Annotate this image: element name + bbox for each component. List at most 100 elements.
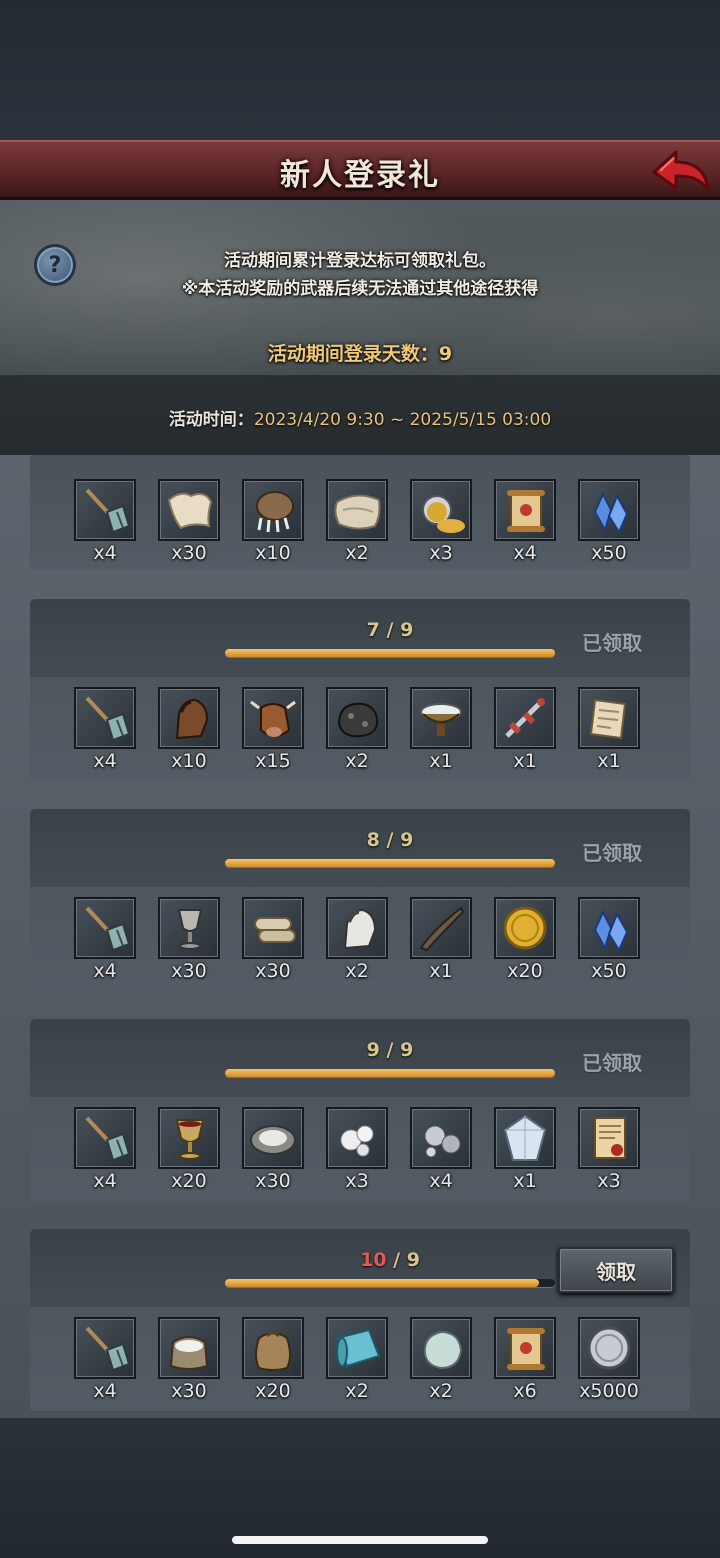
oyster-icon	[250, 1125, 296, 1155]
fur-pelt-icon	[167, 492, 213, 530]
reward-item[interactable]: x3	[578, 1107, 640, 1192]
title-bar: 新人登录礼	[0, 140, 720, 200]
item-quantity: x30	[171, 1380, 207, 1402]
item-quantity: x2	[429, 1380, 453, 1402]
ornate-sword-icon	[505, 698, 545, 738]
reward-item[interactable]: x1	[410, 687, 472, 772]
reward-item[interactable]: x4	[74, 897, 136, 982]
scroll-icon	[507, 1328, 545, 1370]
item-slot	[410, 687, 472, 749]
reward-item[interactable]: x4	[74, 1107, 136, 1192]
reward-item[interactable]: x30	[158, 897, 220, 982]
reward-item[interactable]: x10	[242, 479, 304, 564]
blue-crystal-icon	[593, 909, 629, 953]
item-quantity: x20	[255, 1380, 291, 1402]
progress-text: 7 / 9	[366, 619, 414, 641]
reward-tier-9: 9 / 9 已领取 x4 x20 x30 x3 x4 x1 x3	[30, 1019, 690, 1201]
bone-pelt-icon	[334, 494, 381, 530]
reward-item[interactable]: x4	[74, 687, 136, 772]
reward-item[interactable]: x20	[494, 897, 556, 982]
progress-text: 10 / 9	[360, 1249, 420, 1271]
reward-item[interactable]: x50	[578, 897, 640, 982]
coal-ore-icon	[337, 702, 379, 738]
reward-item[interactable]: x5000	[578, 1317, 640, 1402]
reward-item[interactable]: x2	[326, 1317, 388, 1402]
reward-item[interactable]: x1	[578, 687, 640, 772]
reward-item[interactable]: x30	[242, 897, 304, 982]
item-slot	[494, 479, 556, 541]
progress-text: 8 / 9	[366, 829, 414, 851]
reward-item[interactable]: x50	[578, 479, 640, 564]
item-quantity: x20	[171, 1170, 207, 1192]
item-slot	[578, 1107, 640, 1169]
reward-item[interactable]: x20	[158, 1107, 220, 1192]
claimed-status: 已领取	[582, 631, 642, 655]
reward-item[interactable]: x10	[158, 687, 220, 772]
item-slot	[74, 1317, 136, 1379]
progress-bar	[225, 1069, 555, 1077]
back-button[interactable]	[650, 146, 712, 198]
reward-item[interactable]: x6	[494, 1317, 556, 1402]
event-description-line1: 活动期间累计登录达标可领取礼包。	[224, 251, 496, 271]
reward-item[interactable]: x20	[242, 1317, 304, 1402]
reward-list[interactable]: x4 x30 x10 x2 x3 x4 x50 7 / 9 已领取 x4 x10 x15 x2 x1…	[0, 455, 720, 1418]
shovel-icon	[85, 1116, 131, 1162]
reward-item[interactable]: x2	[326, 479, 388, 564]
reward-item[interactable]: x2	[326, 687, 388, 772]
reward-item[interactable]: x1	[410, 897, 472, 982]
event-description-line2: ※本活动奖励的武器后续无法通过其他途径获得	[181, 279, 539, 299]
item-slot	[158, 897, 220, 959]
gold-potion-icon	[422, 495, 465, 533]
claw-paw-icon	[256, 491, 294, 533]
item-slot	[578, 1317, 640, 1379]
gold-coin-icon	[503, 906, 547, 950]
silver-coin-icon	[587, 1326, 631, 1370]
reward-item[interactable]: x3	[410, 479, 472, 564]
item-quantity: x1	[429, 750, 453, 772]
horse-head-icon	[175, 698, 209, 740]
reward-item[interactable]: x3	[326, 1107, 388, 1192]
reward-item[interactable]: x30	[158, 1317, 220, 1402]
reward-item[interactable]: x4	[74, 1317, 136, 1402]
progress-bar	[225, 859, 555, 867]
reward-item[interactable]: x2	[326, 897, 388, 982]
item-quantity: x30	[171, 960, 207, 982]
item-slot	[242, 479, 304, 541]
item-slot	[242, 687, 304, 749]
reward-tier-8: 8 / 9 已领取 x4 x30 x30 x2 x1 x20 x50	[30, 809, 690, 991]
item-slot	[494, 897, 556, 959]
item-quantity: x3	[345, 1170, 369, 1192]
item-quantity: x4	[93, 1170, 117, 1192]
item-slot	[410, 479, 472, 541]
reward-tier-first: x4 x30 x10 x2 x3 x4 x50	[30, 455, 690, 570]
item-slot	[326, 687, 388, 749]
reward-item[interactable]: x30	[242, 1107, 304, 1192]
item-slot	[74, 897, 136, 959]
reward-item[interactable]: x4	[410, 1107, 472, 1192]
reward-item[interactable]: x1	[494, 687, 556, 772]
claim-button[interactable]: 领取	[558, 1247, 674, 1293]
reward-item[interactable]: x2	[410, 1317, 472, 1402]
reward-items: x4 x20 x30 x3 x4 x1 x3	[74, 1107, 640, 1192]
item-slot	[578, 897, 640, 959]
item-quantity: x1	[513, 1170, 537, 1192]
item-quantity: x10	[171, 750, 207, 772]
item-slot	[494, 687, 556, 749]
item-slot	[326, 1107, 388, 1169]
item-quantity: x10	[255, 542, 291, 564]
reward-item[interactable]: x15	[242, 687, 304, 772]
reward-tier-10: 10 / 9 领取 x4 x30 x20 x2 x2 x6 x5000	[30, 1229, 690, 1411]
item-quantity: x50	[591, 960, 627, 982]
reward-item[interactable]: x4	[494, 479, 556, 564]
salt-sack-icon	[169, 1336, 209, 1370]
home-indicator[interactable]	[232, 1536, 488, 1544]
item-quantity: x30	[255, 960, 291, 982]
paper-rolls-icon	[254, 917, 296, 943]
item-slot	[326, 479, 388, 541]
reward-item[interactable]: x1	[494, 1107, 556, 1192]
reward-item[interactable]: x4	[74, 479, 136, 564]
reward-item[interactable]: x30	[158, 479, 220, 564]
item-slot	[158, 1107, 220, 1169]
cow-head-icon	[250, 700, 296, 737]
reward-items: x4 x30 x30 x2 x1 x20 x50	[74, 897, 640, 982]
